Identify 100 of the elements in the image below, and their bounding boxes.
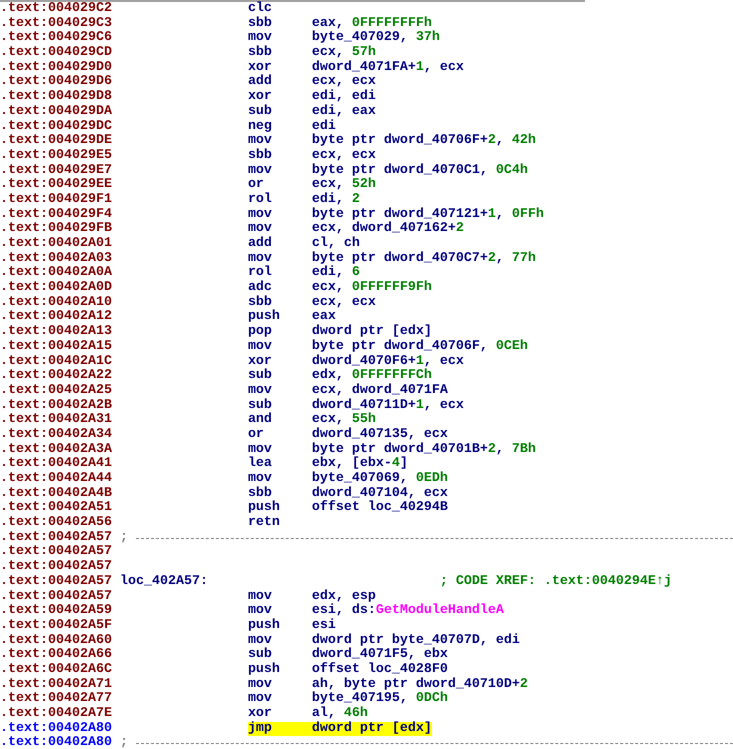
comment-marker: ;: [120, 530, 128, 546]
line-address: .text:00402A13: [0, 324, 112, 340]
operands: ecx, dword_407162+2: [312, 222, 464, 236]
line-address: .text:004029E5: [0, 148, 112, 163]
line-address: .text:004029D6: [0, 74, 112, 90]
operands: ah, byte ptr dword_40710D+2: [312, 678, 528, 692]
operands: dword_40711D+1, ecx: [312, 398, 464, 413]
line-address: .text:00402A22: [0, 368, 112, 384]
line-address: .text:00402A57: [0, 530, 112, 545]
mnemonic: sbb: [248, 296, 272, 310]
operands: dword_407135, ecx: [312, 428, 448, 442]
mnemonic: or: [248, 178, 264, 192]
operands: dword_4070F6+1, ecx: [312, 354, 464, 368]
mnemonic: sub: [248, 104, 273, 120]
mnemonic: mov: [248, 472, 273, 486]
line-address: .text:004029CD: [0, 45, 112, 60]
operands: esi, ds:GetModuleHandleA: [312, 604, 504, 618]
mnemonic: push: [248, 618, 281, 634]
line-address: .text:00402A6C: [0, 662, 112, 677]
line-address: .text:00402A66: [0, 647, 112, 662]
operands: ecx, 0FFFFFF9Fh: [312, 281, 432, 296]
operands: byte ptr dword_40706F, 0CEh: [312, 340, 528, 354]
line-address: .text:004029DA: [0, 104, 112, 119]
mnemonic: adc: [248, 281, 273, 296]
operands: dword_4071F5, ebx: [312, 648, 448, 662]
operands: ecx, ecx: [312, 296, 376, 310]
operands: byte_407195, 0DCh: [312, 692, 448, 706]
line-address: .text:00402A10: [0, 294, 112, 310]
mnemonic: mov: [248, 222, 273, 236]
operands: ecx, ecx: [312, 75, 376, 90]
line-address: .text:00402A5F: [0, 618, 112, 633]
mnemonic: add: [248, 237, 273, 252]
mnemonic: push: [248, 662, 281, 678]
line-address: .text:00402A77: [0, 691, 112, 706]
mnemonic: neg: [248, 120, 273, 134]
mnemonic: add: [248, 75, 273, 90]
mnemonic: mov: [248, 634, 273, 648]
operands: edi, eax: [312, 104, 376, 119]
mnemonic: xor: [248, 90, 273, 104]
mnemonic: sub: [248, 369, 273, 384]
operands: eax, 0FFFFFFFFh: [312, 16, 432, 31]
mnemonic: push: [248, 310, 281, 326]
mnemonic: mov: [248, 678, 273, 692]
operands: offset loc_40294B: [312, 501, 448, 516]
operands: dword ptr byte_40707D, edi: [312, 634, 520, 648]
mnemonic: or: [248, 428, 265, 443]
mnemonic: mov: [248, 31, 273, 46]
line-address: .text:00402A25: [0, 382, 112, 398]
line-address: .text:00402A4B: [0, 486, 112, 501]
mnemonic: sbb: [248, 486, 272, 501]
mnemonic: xor: [248, 354, 273, 368]
line-address: .text:004029D8: [0, 89, 112, 104]
mnemonic: mov: [248, 604, 272, 618]
line-address: .text:00402A15: [0, 338, 112, 354]
mnemonic: rol: [248, 266, 273, 280]
line-address: .text:004029D0: [0, 60, 112, 75]
operands: eax: [312, 310, 336, 324]
line-address: .text:00402A31: [0, 412, 112, 428]
line-address: .text:00402A57: [0, 544, 112, 560]
line-address: .text:004029F4: [0, 206, 112, 222]
line-address: .text:004029C3: [0, 16, 112, 31]
line-address: .text:00402A59: [0, 603, 112, 618]
mnemonic: mov: [248, 164, 273, 178]
line-address: .text:00402A0A: [0, 265, 112, 280]
mnemonic: xor: [248, 707, 273, 721]
mnemonic: lea: [248, 457, 273, 472]
line-address: .text:00402A80: [0, 720, 112, 736]
operands: edi, 2: [312, 192, 360, 207]
mnemonic: sbb: [248, 46, 273, 61]
mnemonic: mov: [248, 208, 273, 222]
mnemonic: retn: [248, 516, 281, 531]
line-address: .text:004029C6: [0, 30, 112, 46]
line-address: .text:00402A34: [0, 426, 112, 442]
line-address: .text:00402A12: [0, 309, 112, 324]
operands: edx, esp: [312, 590, 376, 604]
line-address: .text:004029DE: [0, 133, 112, 148]
mnemonic: mov: [248, 692, 273, 707]
operands: esi: [312, 618, 336, 633]
line-address: .text:004029F1: [0, 192, 112, 207]
mnemonic: mov: [248, 252, 273, 266]
comment-marker: ;: [120, 736, 128, 749]
line-address: .text:00402A60: [0, 632, 112, 648]
operands: al, 46h: [312, 707, 368, 721]
mnemonic: mov: [248, 590, 273, 604]
line-address: .text:00402A51: [0, 500, 112, 516]
mnemonic: push: [248, 501, 281, 516]
xref-comment: ; CODE XREF: .text:0040294E↑j: [440, 574, 672, 590]
mnemonic: sbb: [248, 148, 273, 164]
mnemonic: pop: [248, 325, 273, 340]
operands: edi, 6: [312, 266, 360, 280]
line-address: .text:004029EE: [0, 177, 112, 192]
line-address: .text:00402A57: [0, 559, 112, 574]
operands: byte ptr dword_407121+1, 0FFh: [312, 208, 544, 222]
line-address: .text:00402A44: [0, 471, 112, 486]
operands: dword_4071FA+1, ecx: [312, 60, 464, 76]
mnemonic: jmp: [248, 722, 312, 736]
operands: edx, 0FFFFFFFCh: [312, 369, 432, 384]
operands: ecx, 52h: [312, 178, 376, 192]
line-address: .text:00402A41: [0, 456, 112, 472]
line-address: .text:004029C2: [0, 1, 112, 16]
